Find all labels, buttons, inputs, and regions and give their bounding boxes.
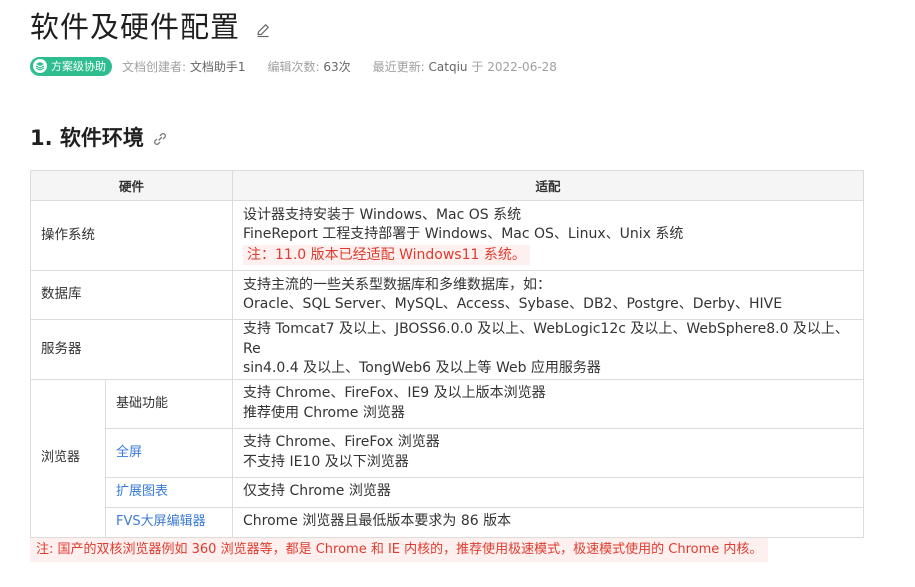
table-row-browser-basic: 浏览器 基础功能 支持 Chrome、FireFox、IE9 及以上版本浏览器 … (30, 378, 864, 538)
last-updated-info: 最近更新: Catqiu 于 2022-06-28 (373, 58, 557, 75)
browser-fullscreen-desc: 支持 Chrome、FireFox 浏览器 不支持 IE10 及以下浏览器 (232, 427, 864, 478)
updated-date: 于 2022-06-28 (471, 59, 557, 74)
os-note: 注：11.0 版本已经适配 Windows11 系统。 (243, 244, 530, 265)
os-label: 操作系统 (30, 200, 233, 271)
browser-fvs-link[interactable]: FVS大屏编辑器 (105, 506, 233, 538)
browser-basic-line2: 推荐使用 Chrome 浏览器 (243, 404, 405, 421)
server-desc: 支持 Tomcat7 及以上、JBOSS6.0.0 及以上、WebLogic12… (232, 319, 864, 380)
browser-basic-desc: 支持 Chrome、FireFox、IE9 及以上版本浏览器 推荐使用 Chro… (232, 378, 864, 429)
browser-fullscreen-line1: 支持 Chrome、FireFox 浏览器 (243, 434, 440, 450)
browser-fullscreen-line2: 不支持 IE10 及以下浏览器 (243, 453, 409, 470)
hardware-table: 硬件 适配 操作系统 设计器支持安装于 Windows、Mac OS 系统 Fi… (30, 170, 864, 538)
collaboration-badge[interactable]: 方案级协助 (30, 56, 112, 76)
header-hardware: 硬件 (30, 170, 233, 201)
server-label: 服务器 (30, 319, 233, 380)
browser-label: 浏览器 (30, 378, 106, 538)
edit-count-info: 编辑次数: 63次 (268, 58, 351, 75)
table-row-server: 服务器 支持 Tomcat7 及以上、JBOSS6.0.0 及以上、WebLog… (30, 319, 864, 380)
badge-label: 方案级协助 (51, 60, 106, 73)
browser-basic-label: 基础功能 (105, 378, 233, 429)
edits-label: 编辑次数: (267, 59, 320, 74)
db-line1: 支持主流的一些关系型数据库和多维数据库，如： (243, 276, 551, 293)
db-desc: 支持主流的一些关系型数据库和多维数据库，如： Oracle、SQL Server… (232, 270, 864, 320)
table-row-db: 数据库 支持主流的一些关系型数据库和多维数据库，如： Oracle、SQL Se… (30, 270, 864, 320)
os-desc: 设计器支持安装于 Windows、Mac OS 系统 FineReport 工程… (232, 200, 864, 271)
table-row-browser-extchart: 扩展图表 仅支持 Chrome 浏览器 (31, 476, 864, 508)
updated-label: 最近更新: (372, 59, 425, 74)
header-adapt: 适配 (232, 170, 864, 201)
db-line2: Oracle、SQL Server、MySQL、Access、Sybase、DB… (243, 296, 783, 312)
table-row-browser-fvs: FVS大屏编辑器 Chrome 浏览器且最低版本要求为 86 版本 (31, 506, 864, 538)
table-row-os: 操作系统 设计器支持安装于 Windows、Mac OS 系统 FineRepo… (30, 200, 864, 271)
os-line2: FineReport 工程支持部署于 Windows、Mac OS、Linux、… (243, 226, 684, 243)
creator-value[interactable]: 文档助手1 (190, 60, 246, 74)
document-meta: 方案级协助 文档创建者: 文档助手1 编辑次数: 63次 最近更新: Catqi… (30, 56, 579, 76)
footer-note: 注: 国产的双核浏览器例如 360 浏览器等，都是 Chrome 和 IE 内核… (30, 538, 769, 562)
table-row-browser-fullscreen: 全屏 支持 Chrome、FireFox 浏览器 不支持 IE10 及以下浏览器 (31, 427, 864, 478)
anchor-link-icon[interactable] (153, 132, 167, 146)
layers-icon (33, 59, 47, 73)
creator-label: 文档创建者: (122, 59, 187, 74)
page-title: 软件及硬件配置 (30, 10, 241, 44)
os-line1: 设计器支持安装于 Windows、Mac OS 系统 (243, 206, 522, 223)
edit-title-icon[interactable] (255, 22, 271, 38)
browser-basic-line1: 支持 Chrome、FireFox、IE9 及以上版本浏览器 (243, 385, 546, 401)
server-line1: 支持 Tomcat7 及以上、JBOSS6.0.0 及以上、WebLogic12… (243, 321, 849, 357)
section-heading: 1. 软件环境 (30, 122, 167, 152)
db-label: 数据库 (30, 270, 233, 320)
updated-by[interactable]: Catqiu (429, 60, 468, 74)
table-header-row: 硬件 适配 (30, 170, 864, 201)
browser-fullscreen-link[interactable]: 全屏 (105, 427, 233, 478)
server-line2: sin4.0.4 及以上、TongWeb6 及以上等 Web 应用服务器 (243, 360, 601, 376)
browser-fvs-desc: Chrome 浏览器且最低版本要求为 86 版本 (232, 506, 864, 538)
browser-extchart-desc: 仅支持 Chrome 浏览器 (232, 476, 864, 508)
browser-extchart-link[interactable]: 扩展图表 (105, 476, 233, 508)
section-heading-text: 1. 软件环境 (30, 126, 144, 150)
creator-info: 文档创建者: 文档助手1 (122, 58, 246, 75)
edits-value: 63次 (323, 59, 351, 74)
